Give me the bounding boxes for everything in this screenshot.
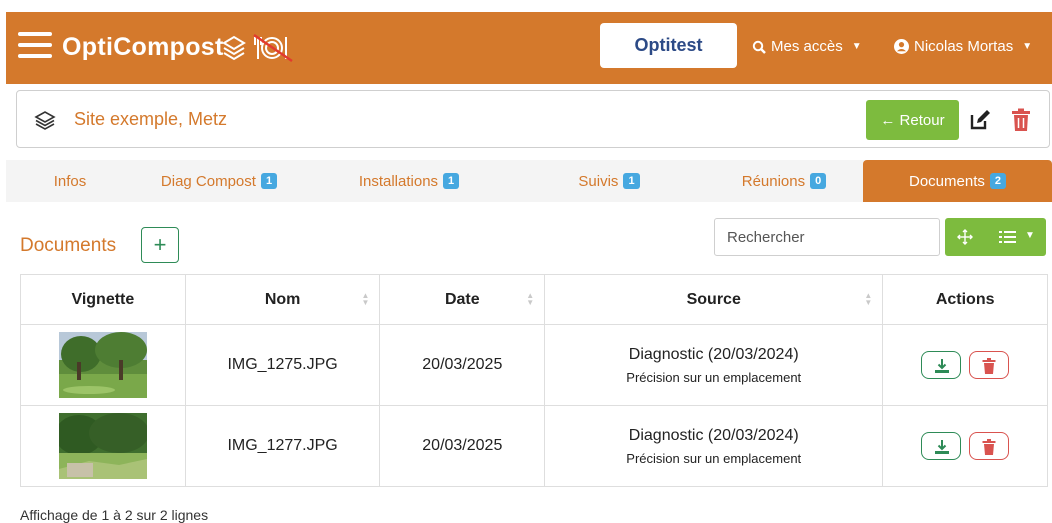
tab-infos[interactable]: Infos bbox=[6, 160, 134, 202]
name-cell: IMG_1275.JPG bbox=[184, 324, 381, 406]
download-icon bbox=[934, 359, 949, 373]
column-header-actions: Actions bbox=[882, 274, 1048, 325]
tab-label: Réunions bbox=[741, 172, 806, 190]
access-menu-label: Mes accès bbox=[771, 38, 843, 55]
tab-diag-compost[interactable]: Diag Compost 1 bbox=[134, 160, 304, 202]
user-menu-label: Nicolas Mortas bbox=[914, 38, 1014, 55]
delete-button[interactable] bbox=[969, 351, 1010, 379]
tab-reunions[interactable]: Réunions 0 bbox=[704, 160, 864, 202]
source-cell: Diagnostic (20/03/2024) Précision sur un… bbox=[544, 405, 884, 487]
column-header-source[interactable]: Source ▲ ▼ bbox=[544, 274, 884, 325]
source-title: Diagnostic (20/03/2024) bbox=[628, 426, 799, 444]
delete-button[interactable] bbox=[969, 432, 1010, 460]
environment-button[interactable]: Optitest bbox=[600, 23, 737, 68]
chevron-down-icon[interactable]: ▼ bbox=[1025, 230, 1035, 241]
edit-icon[interactable] bbox=[968, 108, 992, 132]
column-header-vignette: Vignette bbox=[20, 274, 186, 325]
layers-icon bbox=[34, 111, 56, 130]
column-header-date[interactable]: Date ▲ ▼ bbox=[379, 274, 546, 325]
documents-title: Documents bbox=[20, 235, 117, 256]
documents-table: Vignette Nom ▲ ▼ Date ▲ ▼ Source ▲ ▼ Action… bbox=[20, 274, 1048, 487]
column-header-label: Nom bbox=[264, 290, 301, 308]
download-icon bbox=[934, 440, 949, 454]
count-badge: 0 bbox=[810, 173, 827, 189]
count-badge: 1 bbox=[443, 173, 460, 189]
column-header-label: Date bbox=[444, 290, 480, 308]
tab-bar: Infos Diag Compost 1 Installations 1 Sui… bbox=[6, 160, 1052, 202]
actions-cell bbox=[882, 324, 1048, 406]
date-cell: 20/03/2025 bbox=[379, 405, 546, 487]
table-header-row: Vignette Nom ▲ ▼ Date ▲ ▼ Source ▲ ▼ Action… bbox=[20, 274, 1048, 325]
tab-label: Diag Compost bbox=[160, 172, 256, 190]
access-menu[interactable]: Mes accès ▼ bbox=[752, 38, 862, 55]
top-navbar: OptiCompost Optitest Mes accès ▼ Nicolas… bbox=[6, 12, 1052, 84]
thumbnail-cell bbox=[20, 324, 186, 406]
count-badge: 1 bbox=[623, 173, 640, 189]
brand-name[interactable]: OptiCompost bbox=[62, 33, 224, 62]
sort-icon[interactable]: ▲ ▼ bbox=[864, 292, 872, 307]
sort-icon[interactable]: ▲ ▼ bbox=[526, 292, 534, 307]
sort-icon[interactable]: ▲ ▼ bbox=[362, 292, 370, 307]
image-thumbnail[interactable] bbox=[58, 332, 147, 398]
move-arrows-icon[interactable] bbox=[956, 228, 974, 246]
image-thumbnail[interactable] bbox=[58, 413, 147, 479]
search-icon bbox=[752, 40, 766, 54]
search-input[interactable] bbox=[714, 218, 940, 256]
column-header-nom[interactable]: Nom ▲ ▼ bbox=[184, 274, 381, 325]
chevron-down-icon: ▼ bbox=[851, 41, 862, 52]
source-detail: Précision sur un emplacement bbox=[626, 450, 802, 466]
actions-cell bbox=[882, 405, 1048, 487]
list-icon[interactable] bbox=[999, 229, 1017, 245]
date-cell: 20/03/2025 bbox=[379, 324, 546, 406]
tab-installations[interactable]: Installations 1 bbox=[304, 160, 514, 202]
chevron-down-icon: ▼ bbox=[1022, 41, 1033, 52]
user-circle-icon bbox=[894, 39, 909, 54]
trash-icon bbox=[982, 439, 996, 455]
brand-logo-icon bbox=[222, 33, 293, 63]
user-menu[interactable]: Nicolas Mortas ▼ bbox=[894, 38, 1032, 55]
pagination-info: Affichage de 1 à 2 sur 2 lignes bbox=[20, 507, 209, 523]
source-cell: Diagnostic (20/03/2024) Précision sur un… bbox=[544, 324, 884, 406]
tab-label: Documents bbox=[909, 172, 985, 190]
tab-label: Suivis bbox=[578, 172, 619, 190]
source-title: Diagnostic (20/03/2024) bbox=[628, 345, 799, 363]
tab-label: Infos bbox=[53, 172, 87, 190]
add-document-button[interactable]: + bbox=[141, 227, 179, 263]
tab-label: Installations bbox=[358, 172, 439, 190]
site-title: Site exemple, Metz bbox=[74, 109, 228, 129]
source-detail: Précision sur un emplacement bbox=[626, 369, 802, 385]
name-cell: IMG_1277.JPG bbox=[184, 405, 381, 487]
table-row: IMG_1275.JPG 20/03/2025 Diagnostic (20/0… bbox=[20, 324, 1048, 406]
column-header-label: Source bbox=[686, 290, 741, 308]
tab-suivis[interactable]: Suivis 1 bbox=[514, 160, 704, 202]
table-row: IMG_1277.JPG 20/03/2025 Diagnostic (20/0… bbox=[20, 405, 1048, 487]
trash-icon[interactable] bbox=[1011, 108, 1031, 132]
count-badge: 2 bbox=[989, 173, 1006, 189]
site-header-card: Site exemple, Metz ← Retour bbox=[16, 90, 1050, 148]
thumbnail-cell bbox=[20, 405, 186, 487]
count-badge: 1 bbox=[260, 173, 278, 189]
trash-icon bbox=[982, 358, 996, 374]
tab-documents[interactable]: Documents 2 bbox=[863, 160, 1052, 202]
hamburger-menu-icon[interactable] bbox=[18, 32, 52, 60]
back-button[interactable]: ← Retour bbox=[866, 100, 959, 140]
download-button[interactable] bbox=[920, 432, 961, 460]
download-button[interactable] bbox=[920, 351, 961, 379]
view-options-button-group: ▼ bbox=[945, 218, 1046, 256]
